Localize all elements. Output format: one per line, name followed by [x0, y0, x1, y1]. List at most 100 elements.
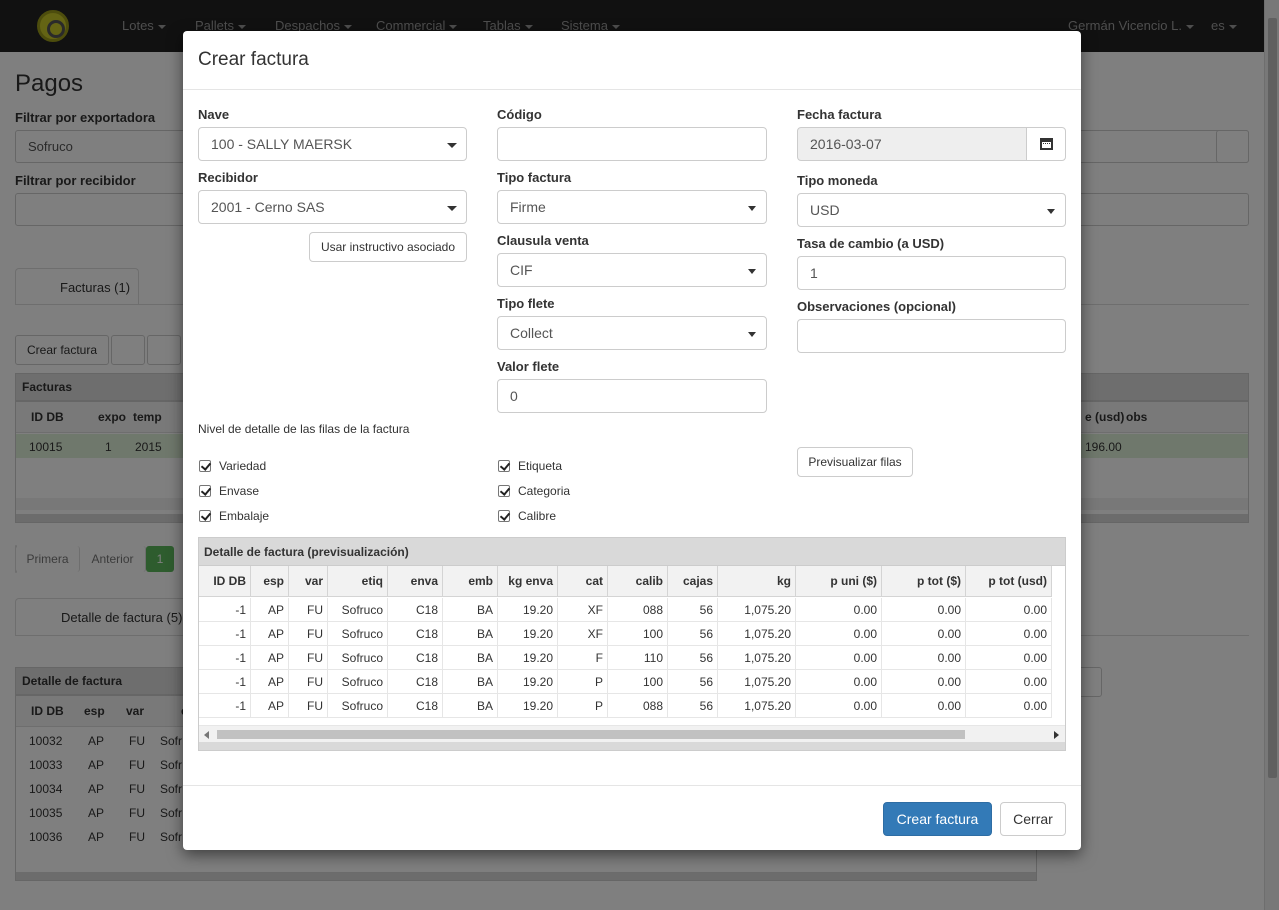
observaciones-input[interactable] [797, 319, 1066, 353]
grid-cell: 0.00 [796, 646, 882, 670]
grid-column-header[interactable]: cajas [668, 566, 718, 597]
crear-factura-button[interactable]: Crear factura [883, 802, 992, 836]
calendar-icon [1040, 138, 1053, 150]
grid-cell: FU [289, 670, 328, 694]
tipo-flete-select[interactable]: Collect [497, 316, 767, 350]
grid-cell: -1 [199, 670, 251, 694]
grid-row[interactable]: -1 AP FU Sofruco C18 BA 19.20 XF 088 56 1,075.20 0.… [199, 598, 1052, 622]
grid-column-header[interactable]: etiq [328, 566, 388, 597]
grid-cell: 0.00 [882, 646, 966, 670]
recibidor-select[interactable]: 2001 - Cerno SAS [198, 190, 467, 224]
checkbox-checked-icon[interactable] [199, 485, 211, 497]
modal-title: Crear factura [198, 49, 309, 70]
grid-caption: Detalle de factura (previsualización) [199, 538, 1065, 566]
grid-cell: 56 [668, 598, 718, 622]
grid-cell: 088 [608, 694, 668, 718]
grid-cell: BA [443, 598, 498, 622]
valor-flete-label: Valor flete [497, 359, 560, 374]
grid-column-header[interactable]: kg [718, 566, 796, 597]
chevron-down-icon [1047, 209, 1055, 214]
grid-row[interactable]: -1 AP FU Sofruco C18 BA 19.20 XF 100 56 1,075.20 0.… [199, 622, 1052, 646]
fecha-factura-input[interactable]: 2016-03-07 [797, 127, 1027, 161]
nave-select[interactable]: 100 - SALLY MAERSK [198, 127, 467, 161]
grid-cell: 100 [608, 670, 668, 694]
grid-cell: XF [558, 598, 608, 622]
grid-column-header[interactable]: ID DB [199, 566, 251, 597]
usar-instructivo-button[interactable]: Usar instructivo asociado [309, 232, 467, 262]
tasa-cambio-input[interactable]: 1 [797, 256, 1066, 290]
grid-column-header[interactable]: p uni ($) [796, 566, 882, 597]
grid-column-header[interactable]: p tot ($) [882, 566, 966, 597]
grid-column-header[interactable]: calib [608, 566, 668, 597]
grid-cell: 0.00 [796, 670, 882, 694]
codigo-label: Código [497, 107, 542, 122]
grid-cell: 110 [608, 646, 668, 670]
grid-cell: 088 [608, 598, 668, 622]
grid-cell: 0.00 [882, 670, 966, 694]
chevron-down-icon [748, 206, 756, 211]
grid-cell: C18 [388, 670, 443, 694]
grid-cell: Sofruco [328, 670, 388, 694]
grid-row[interactable]: -1 AP FU Sofruco C18 BA 19.20 P 088 56 1,075.20 0.0… [199, 694, 1052, 718]
grid-cell: 100 [608, 622, 668, 646]
grid-cell: 0.00 [966, 598, 1052, 622]
grid-cell: 0.00 [966, 646, 1052, 670]
modal-header: Crear factura [183, 31, 1081, 90]
clausula-venta-label: Clausula venta [497, 233, 589, 248]
calendar-button[interactable] [1026, 127, 1066, 161]
grid-cell: AP [251, 622, 289, 646]
grid-cell: 0.00 [796, 598, 882, 622]
scroll-thumb[interactable] [217, 730, 965, 739]
checkbox-checked-icon[interactable] [498, 510, 510, 522]
grid-row[interactable]: -1 AP FU Sofruco C18 BA 19.20 P 100 56 1,075.20 0.0… [199, 670, 1052, 694]
grid-footer-bar [199, 742, 1065, 750]
grid-cell: 56 [668, 670, 718, 694]
grid-column-header[interactable]: cat [558, 566, 608, 597]
checkbox-checked-icon[interactable] [199, 460, 211, 472]
checkbox-checked-icon[interactable] [498, 460, 510, 472]
grid-cell: 1,075.20 [718, 646, 796, 670]
scroll-left-arrow-icon[interactable] [204, 731, 209, 739]
grid-header-row: ID DB esp var etiq enva emb kg enva cat calib caj… [199, 566, 1052, 597]
previsualizar-filas-button[interactable]: Previsualizar filas [797, 447, 913, 477]
grid-cell: 0.00 [882, 694, 966, 718]
valor-flete-input[interactable]: 0 [497, 379, 767, 413]
nivel-detalle-text: Nivel de detalle de las filas de la fact… [198, 422, 410, 436]
grid-cell: C18 [388, 598, 443, 622]
grid-cell: 19.20 [498, 622, 558, 646]
grid-cell: AP [251, 670, 289, 694]
grid-column-header[interactable]: esp [251, 566, 289, 597]
grid-cell: FU [289, 646, 328, 670]
tipo-factura-select[interactable]: Firme [497, 190, 767, 224]
grid-column-header[interactable]: enva [388, 566, 443, 597]
grid-cell: P [558, 694, 608, 718]
tipo-flete-label: Tipo flete [497, 296, 555, 311]
grid-column-header[interactable]: p tot (usd) [966, 566, 1052, 597]
checkbox-checked-icon[interactable] [199, 510, 211, 522]
grid-cell: Sofruco [328, 694, 388, 718]
scroll-right-arrow-icon[interactable] [1054, 731, 1059, 739]
tipo-moneda-select[interactable]: USD [797, 193, 1066, 227]
preview-grid: Detalle de factura (previsualización) ID… [198, 537, 1066, 751]
grid-cell: 1,075.20 [718, 670, 796, 694]
grid-cell: 1,075.20 [718, 622, 796, 646]
grid-row[interactable]: -1 AP FU Sofruco C18 BA 19.20 F 110 56 1,075.20 0.0… [199, 646, 1052, 670]
grid-column-header[interactable]: var [289, 566, 328, 597]
grid-cell: 19.20 [498, 670, 558, 694]
grid-horizontal-scrollbar[interactable] [199, 725, 1065, 742]
nave-label: Nave [198, 107, 230, 122]
grid-cell: 0.00 [796, 622, 882, 646]
grid-column-header[interactable]: emb [443, 566, 498, 597]
grid-column-header[interactable]: kg enva [498, 566, 558, 597]
checkbox-checked-icon[interactable] [498, 485, 510, 497]
grid-cell: AP [251, 646, 289, 670]
fecha-factura-label: Fecha factura [797, 107, 882, 122]
grid-cell: 19.20 [498, 598, 558, 622]
codigo-input[interactable] [497, 127, 767, 161]
chevron-down-icon [748, 269, 756, 274]
cerrar-button[interactable]: Cerrar [1000, 802, 1066, 836]
tipo-moneda-label: Tipo moneda [797, 173, 878, 188]
clausula-venta-select[interactable]: CIF [497, 253, 767, 287]
grid-cell: 0.00 [966, 694, 1052, 718]
grid-cell: 0.00 [882, 622, 966, 646]
